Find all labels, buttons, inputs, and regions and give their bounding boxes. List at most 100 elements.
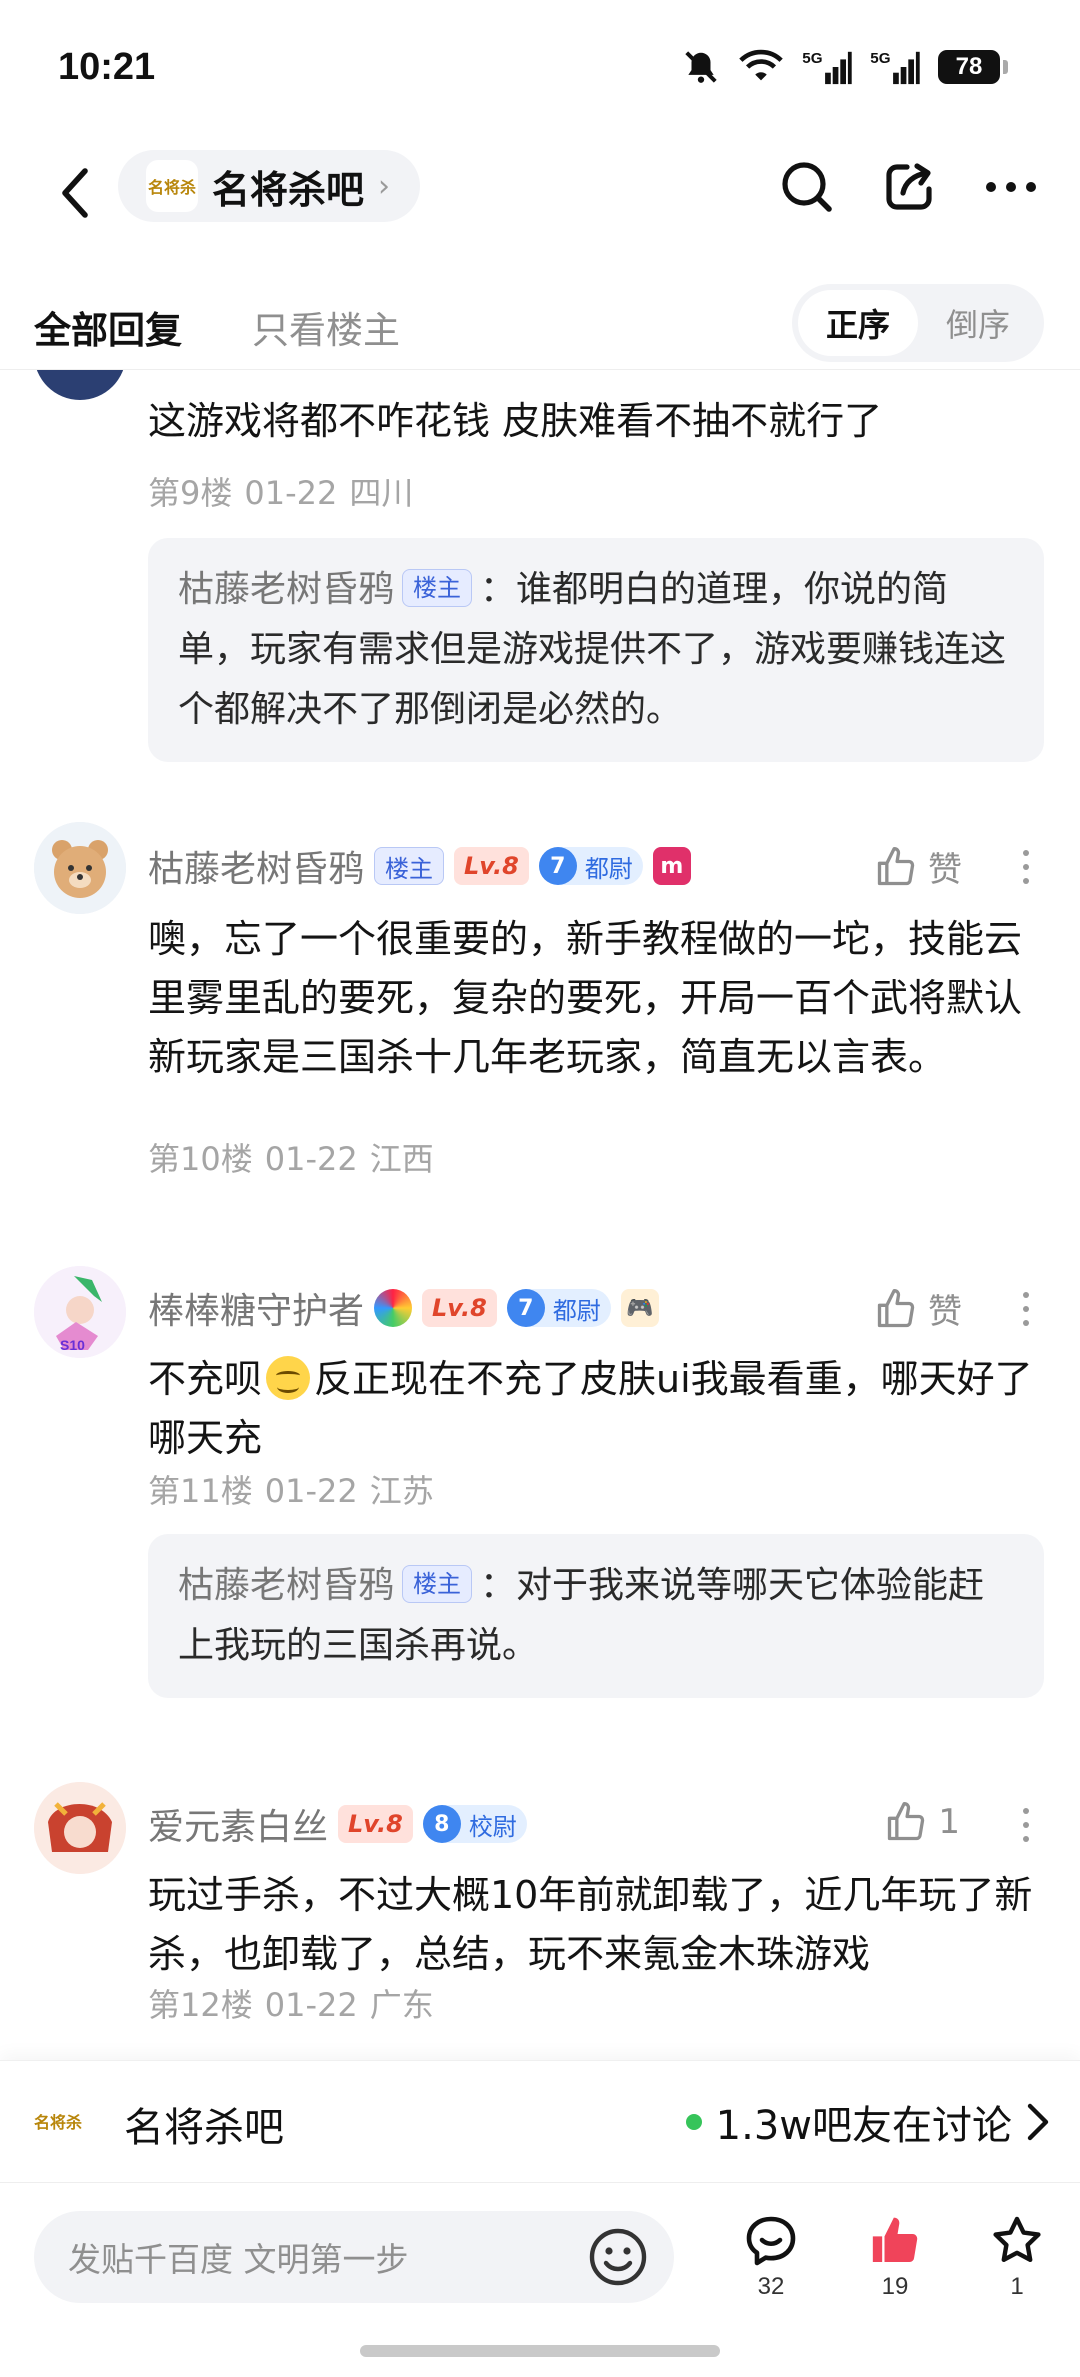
share-button[interactable] bbox=[876, 154, 942, 220]
avatar[interactable]: S10 bbox=[34, 1266, 126, 1358]
character-avatar-icon bbox=[34, 1782, 126, 1874]
forum-logo: 名将杀 bbox=[146, 160, 198, 212]
thumbs-up-icon bbox=[877, 1288, 915, 1327]
more-options-icon[interactable] bbox=[1016, 850, 1036, 884]
mute-bell-icon bbox=[682, 48, 720, 86]
post-date: 01-22 bbox=[244, 474, 338, 512]
rank-title: 校尉 bbox=[468, 1812, 517, 1841]
post-date: 01-22 bbox=[264, 1986, 358, 2024]
rank-title: 都尉 bbox=[584, 854, 633, 883]
signal-5g-icon: 5G bbox=[802, 48, 852, 86]
like-label: 赞 bbox=[928, 1292, 962, 1332]
username[interactable]: 爱元素白丝 bbox=[148, 1798, 328, 1850]
svg-text:5G: 5G bbox=[870, 50, 890, 67]
share-icon bbox=[886, 163, 932, 210]
floor-number: 第11楼 bbox=[148, 1472, 253, 1510]
user-line: 枯藤老树昏鸦 楼主 Lv.8 7 都尉 m bbox=[148, 838, 691, 894]
username[interactable]: 枯藤老树昏鸦 bbox=[148, 840, 364, 892]
comment-icon bbox=[746, 2216, 796, 2266]
reply-input-bar: 发贴千百度 文明第一步 32 19 1 bbox=[0, 2182, 1080, 2377]
order-descending-button[interactable]: 倒序 bbox=[918, 290, 1038, 356]
post-body: 噢，忘了一个很重要的，新手教程做的一坨，技能云里雾里乱的要死，复杂的要死，开局一… bbox=[148, 917, 1023, 1079]
more-options-icon[interactable] bbox=[1016, 1292, 1036, 1326]
comments-button[interactable]: 32 bbox=[726, 2213, 816, 2301]
top-nav: 名将杀 名将杀吧 › bbox=[0, 140, 1080, 250]
avatar[interactable] bbox=[34, 822, 126, 914]
host-badge: 楼主 bbox=[402, 569, 473, 607]
reply-list: 这游戏将都不咋花钱 皮肤难看不抽不就行了 第9楼 01-22 四川 枯藤老树昏鸦 楼主… bbox=[0, 370, 1080, 2060]
like-button[interactable]: 1 bbox=[884, 1800, 960, 1844]
search-button[interactable] bbox=[774, 154, 840, 220]
tab-owner-only[interactable]: 只看楼主 bbox=[252, 300, 400, 354]
battery-icon: 78 bbox=[938, 50, 1008, 84]
forum-entry-bar[interactable]: 名将杀 名将杀吧 1.3w吧友在讨论 bbox=[0, 2060, 1080, 2182]
floor-number: 第10楼 bbox=[148, 1140, 253, 1178]
sort-order-toggle: 正序 倒序 bbox=[792, 284, 1044, 362]
level-badge: Lv.8 bbox=[422, 1289, 497, 1327]
like-count: 19 bbox=[881, 2273, 909, 2300]
rank-badge: 8 校尉 bbox=[422, 1805, 527, 1843]
svg-text:5G: 5G bbox=[802, 50, 822, 67]
lollipop-icon bbox=[374, 1289, 413, 1327]
like-post-button[interactable]: 19 bbox=[850, 2213, 940, 2301]
online-dot-icon bbox=[685, 2114, 702, 2130]
svg-text:S10: S10 bbox=[60, 1337, 85, 1353]
post-location: 四川 bbox=[349, 474, 414, 512]
wifi-icon bbox=[738, 49, 784, 85]
status-time: 10:21 bbox=[58, 46, 156, 88]
user-line: 爱元素白丝 Lv.8 8 校尉 bbox=[148, 1796, 527, 1852]
rank-number: 8 bbox=[422, 1805, 461, 1843]
online-discussion[interactable]: 1.3w吧友在讨论 bbox=[685, 2093, 1050, 2151]
forum-link[interactable]: 名将杀 名将杀吧 › bbox=[118, 150, 421, 222]
rank-badge: 7 都尉 bbox=[538, 847, 643, 885]
more-button[interactable] bbox=[978, 154, 1044, 220]
rank-title: 都尉 bbox=[552, 1296, 601, 1325]
post-body-start: 不充呗 bbox=[148, 1357, 263, 1401]
home-indicator[interactable] bbox=[360, 2345, 720, 2357]
signal-5g-icon: 5G bbox=[870, 48, 920, 86]
level-badge: Lv.8 bbox=[454, 847, 529, 885]
sub-reply[interactable]: 枯藤老树昏鸦 楼主 ：谁都明白的道理，你说的简单，玩家有需求但是游戏提供不了，游戏要… bbox=[148, 538, 1044, 762]
emoji-icon[interactable] bbox=[586, 2225, 650, 2289]
sub-reply[interactable]: 枯藤老树昏鸦 楼主 ：对于我来说等哪天它体验能赶上我玩的三国杀再说。 bbox=[148, 1534, 1044, 1698]
favorite-button[interactable]: 1 bbox=[972, 2213, 1062, 2301]
character-avatar-icon: S10 bbox=[34, 1266, 126, 1358]
avatar[interactable] bbox=[34, 370, 126, 400]
reply-input[interactable]: 发贴千百度 文明第一步 bbox=[34, 2211, 674, 2303]
rank-number: 7 bbox=[506, 1289, 545, 1327]
chevron-left-icon bbox=[62, 168, 88, 218]
like-button[interactable]: 赞 bbox=[874, 842, 962, 891]
like-count: 1 bbox=[938, 1802, 960, 1842]
back-button[interactable] bbox=[40, 158, 110, 228]
reply-author[interactable]: 枯藤老树昏鸦 bbox=[178, 569, 394, 610]
post-meta: 第11楼 01-22 江苏 bbox=[148, 1466, 446, 1512]
order-ascending-button[interactable]: 正序 bbox=[798, 290, 918, 356]
post-body: 不充呗 反正现在不充了皮肤ui我最看重，哪天好了哪天充 bbox=[148, 1350, 1043, 1468]
favorite-count: 1 bbox=[1010, 2273, 1024, 2300]
tab-all-replies[interactable]: 全部回复 bbox=[34, 300, 182, 354]
forum-name: 名将杀吧 bbox=[124, 2105, 284, 2151]
avatar[interactable] bbox=[34, 1782, 126, 1874]
thumbs-up-filled-icon bbox=[872, 2217, 918, 2262]
post-body: 玩过手杀，不过大概10年前就卸载了，近几年玩了新杀，也卸载了，总结，玩不来氪金木… bbox=[148, 1873, 1033, 1976]
like-button[interactable]: 赞 bbox=[874, 1284, 962, 1333]
more-options-icon[interactable] bbox=[1016, 1808, 1036, 1842]
gamepad-icon: 🎮 bbox=[620, 1289, 659, 1327]
post-meta: 第9楼 01-22 四川 bbox=[148, 468, 425, 514]
reply-input-placeholder: 发贴千百度 文明第一步 bbox=[68, 2240, 409, 2279]
rank-badge: 7 都尉 bbox=[506, 1289, 611, 1327]
status-bar: 10:21 5G 5G 78 bbox=[0, 0, 1080, 140]
level-badge: Lv.8 bbox=[338, 1805, 413, 1843]
star-icon bbox=[993, 2216, 1041, 2262]
reply-author[interactable]: 枯藤老树昏鸦 bbox=[178, 1565, 394, 1606]
post-meta: 第12楼 01-22 广东 bbox=[148, 1980, 446, 2026]
post-location: 广东 bbox=[369, 1986, 434, 2024]
like-label: 赞 bbox=[928, 850, 962, 890]
forum-logo: 名将杀 bbox=[34, 2113, 83, 2132]
username[interactable]: 棒棒糖守护者 bbox=[148, 1282, 364, 1334]
host-badge: 楼主 bbox=[402, 1565, 473, 1603]
status-icons: 5G 5G 78 bbox=[682, 48, 1008, 86]
thumbs-up-icon bbox=[888, 1802, 925, 1841]
online-count: 1.3w吧友在讨论 bbox=[715, 2103, 1012, 2149]
reply-filter-tabs: 全部回复 只看楼主 正序 倒序 bbox=[0, 278, 1080, 370]
